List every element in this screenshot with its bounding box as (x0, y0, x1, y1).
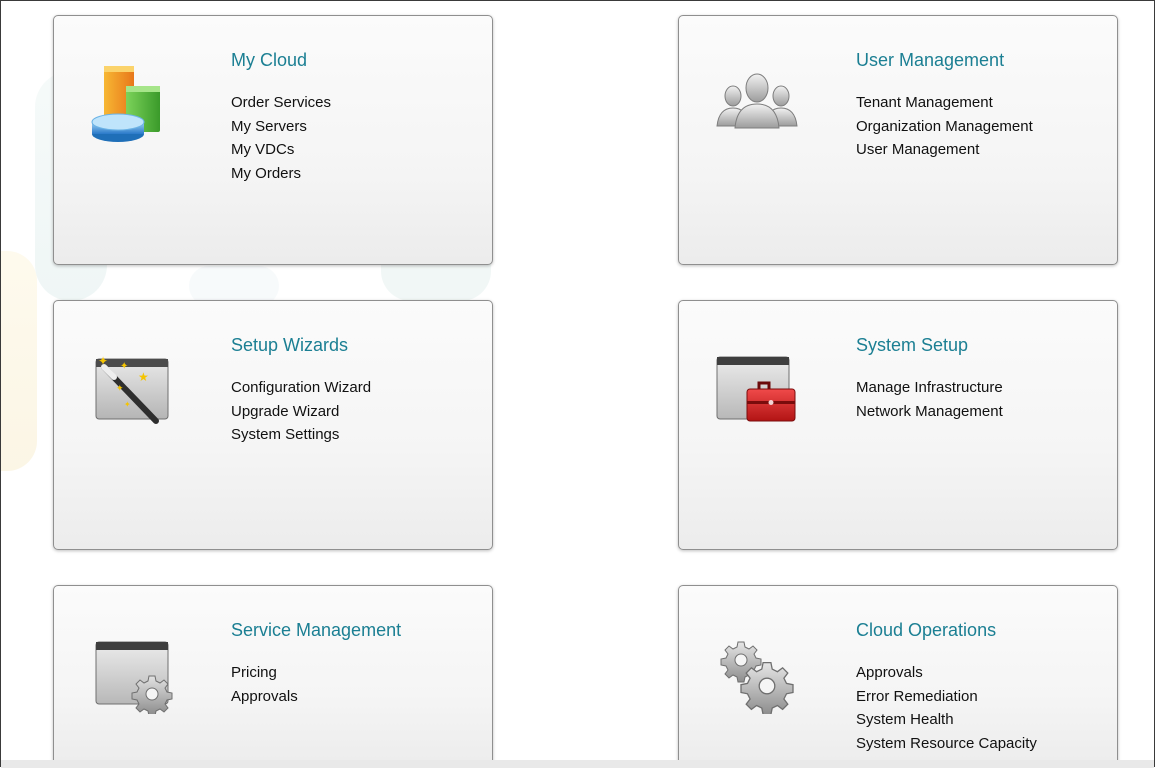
link-system-health[interactable]: System Health (856, 708, 1037, 732)
svg-text:✦: ✦ (120, 361, 128, 372)
wizard-wand-icon: ✦ ✦ ★ ✦ ✦ (95, 354, 169, 424)
link-order-services[interactable]: Order Services (231, 91, 331, 115)
link-system-resource-capacity[interactable]: System Resource Capacity (856, 732, 1037, 756)
card-system-setup: System Setup Manage Infrastructure Netwo… (678, 300, 1118, 550)
card-title[interactable]: System Setup (856, 335, 968, 356)
card-link-list: Approvals Error Remediation System Healt… (856, 661, 1037, 755)
link-configuration-wizard[interactable]: Configuration Wizard (231, 376, 371, 400)
card-link-list: Tenant Management Organization Managemen… (856, 91, 1033, 162)
link-upgrade-wizard[interactable]: Upgrade Wizard (231, 400, 371, 424)
card-setup-wizards: ✦ ✦ ★ ✦ ✦ Setup Wizards Configuration Wi… (53, 300, 493, 550)
svg-text:✦: ✦ (124, 400, 131, 409)
gears-icon (720, 641, 794, 714)
card-title[interactable]: User Management (856, 50, 1004, 71)
toolbox-window-icon (716, 356, 796, 422)
link-system-settings[interactable]: System Settings (231, 423, 371, 447)
card-cloud-operations: Cloud Operations Approvals Error Remedia… (678, 585, 1118, 768)
card-title[interactable]: Setup Wizards (231, 335, 348, 356)
link-network-management[interactable]: Network Management (856, 400, 1003, 424)
dashboard-frame: My Cloud Order Services My Servers My VD… (0, 0, 1155, 768)
card-service-management: Service Management Pricing Approvals (53, 585, 493, 768)
card-link-list: Pricing Approvals (231, 661, 298, 708)
svg-text:✦: ✦ (116, 383, 124, 393)
storage-blocks-icon (91, 66, 160, 142)
card-link-list: Manage Infrastructure Network Management (856, 376, 1003, 423)
link-my-servers[interactable]: My Servers (231, 115, 331, 139)
users-group-icon (716, 73, 798, 129)
svg-text:✦: ✦ (98, 354, 108, 368)
svg-text:★: ★ (138, 370, 149, 384)
card-user-management: User Management Tenant Management Organi… (678, 15, 1118, 265)
link-approvals[interactable]: Approvals (856, 661, 1037, 685)
link-approvals[interactable]: Approvals (231, 685, 298, 709)
card-link-list: Configuration Wizard Upgrade Wizard Syst… (231, 376, 371, 447)
link-error-remediation[interactable]: Error Remediation (856, 685, 1037, 709)
card-title[interactable]: Cloud Operations (856, 620, 996, 641)
background-logo-shape (1, 251, 37, 471)
gear-window-icon (95, 641, 173, 714)
card-title[interactable]: My Cloud (231, 50, 307, 71)
link-user-management[interactable]: User Management (856, 138, 1033, 162)
card-title[interactable]: Service Management (231, 620, 401, 641)
link-organization-management[interactable]: Organization Management (856, 115, 1033, 139)
card-link-list: Order Services My Servers My VDCs My Ord… (231, 91, 331, 185)
link-my-vdcs[interactable]: My VDCs (231, 138, 331, 162)
bottom-scroll-strip (1, 760, 1154, 768)
link-manage-infrastructure[interactable]: Manage Infrastructure (856, 376, 1003, 400)
card-my-cloud: My Cloud Order Services My Servers My VD… (53, 15, 493, 265)
link-tenant-management[interactable]: Tenant Management (856, 91, 1033, 115)
link-my-orders[interactable]: My Orders (231, 162, 331, 186)
link-pricing[interactable]: Pricing (231, 661, 298, 685)
